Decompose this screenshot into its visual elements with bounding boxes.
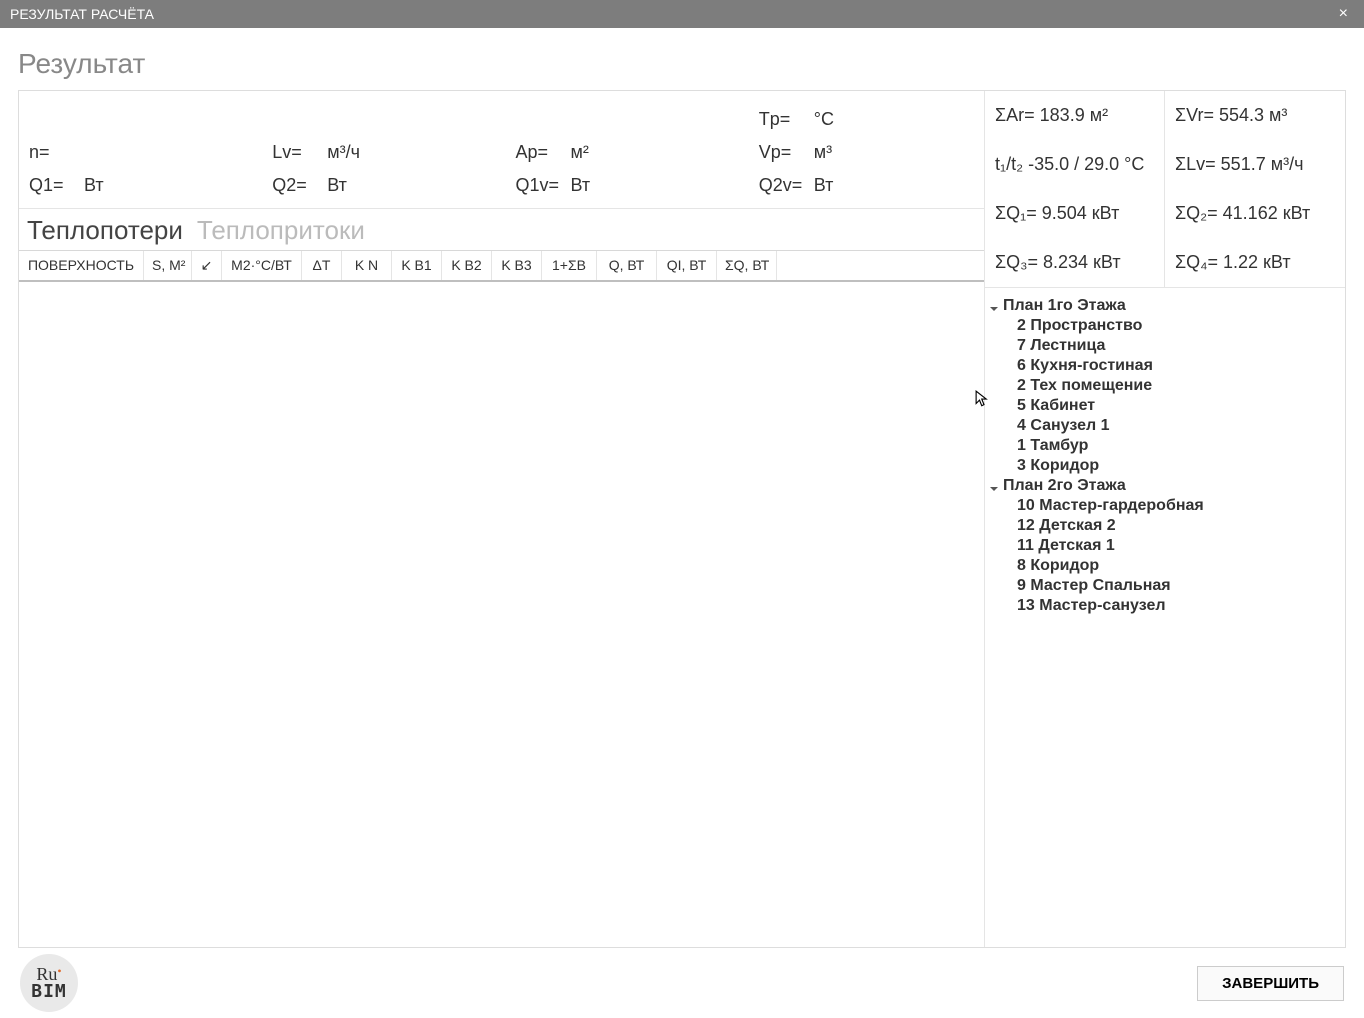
chevron-down-icon <box>989 301 999 311</box>
sum-SQ4: ΣQ₄= 1.22 кВт <box>1165 238 1345 287</box>
param-Lv: Lv= м³/ч <box>262 142 497 163</box>
tree-item-0-4[interactable]: 5 Кабинет <box>989 396 1341 416</box>
tree-item-0-6[interactable]: 1 Тамбур <box>989 436 1341 456</box>
params-grid: n= Lv= м³/ч Ap= м² Tp= °C Vp= м³ <box>19 91 984 209</box>
table-col-11[interactable]: QI, ВТ <box>657 251 717 280</box>
titlebar: РЕЗУЛЬТАТ РАСЧЁТА × <box>0 0 1364 28</box>
tree-item-1-0[interactable]: 10 Мастер-гардеробная <box>989 496 1341 516</box>
chevron-down-icon <box>989 481 999 491</box>
table-col-8[interactable]: K B3 <box>492 251 542 280</box>
tree-item-1-2[interactable]: 11 Детская 1 <box>989 536 1341 556</box>
table-col-10[interactable]: Q, ВТ <box>597 251 657 280</box>
tab-heat-losses[interactable]: Теплопотери <box>27 215 183 246</box>
footer: Ru• BIM ЗАВЕРШИТЬ <box>0 948 1364 1018</box>
sum-SQ2: ΣQ₂= 41.162 кВт <box>1165 189 1345 238</box>
table-col-2[interactable]: ↙ <box>192 251 222 280</box>
sum-SA: ΣAr= 183.9 м² <box>985 91 1165 140</box>
table-col-3[interactable]: М2·°C/ВТ <box>222 251 302 280</box>
main-panel: n= Lv= м³/ч Ap= м² Tp= °C Vp= м³ <box>18 90 1346 948</box>
sum-t12: t₁/t₂ -35.0 / 29.0 °C <box>985 140 1165 189</box>
table-header: ПОВЕРХНОСТЬS, М²↙М2·°C/ВТΔTK NK B1K B2K … <box>19 250 984 282</box>
main-column: n= Lv= м³/ч Ap= м² Tp= °C Vp= м³ <box>19 91 985 947</box>
tree-item-1-1[interactable]: 12 Детская 2 <box>989 516 1341 536</box>
tab-heat-gains[interactable]: Теплопритоки <box>197 215 365 246</box>
param-n: n= <box>19 142 254 163</box>
rooms-tree: План 1го Этажа2 Пространство7 Лестница6 … <box>985 288 1345 624</box>
tree-group-1[interactable]: План 2го Этажа <box>989 476 1341 496</box>
tree-item-1-5[interactable]: 13 Мастер-санузел <box>989 596 1341 616</box>
tree-group-label: План 2го Этажа <box>1003 477 1126 495</box>
table-col-12[interactable]: ΣQ, ВТ <box>717 251 777 280</box>
close-icon[interactable]: × <box>1333 5 1354 23</box>
tree-item-1-3[interactable]: 8 Коридор <box>989 556 1341 576</box>
sum-SV: ΣVr= 554.3 м³ <box>1165 91 1345 140</box>
sum-SQ3: ΣQ₃= 8.234 кВт <box>985 238 1165 287</box>
param-Q1v: Q1v= Вт <box>506 175 741 196</box>
param-Q2: Q2= Вт <box>262 175 497 196</box>
param-Vp: Vp= м³ <box>749 142 984 163</box>
tree-item-0-2[interactable]: 6 Кухня-гостиная <box>989 356 1341 376</box>
table-col-9[interactable]: 1+ΣB <box>542 251 597 280</box>
tabs: Теплопотери Теплопритоки <box>19 209 984 250</box>
table-col-6[interactable]: K B1 <box>392 251 442 280</box>
sum-SL: ΣLv= 551.7 м³/ч <box>1165 140 1345 189</box>
finish-button[interactable]: ЗАВЕРШИТЬ <box>1197 966 1344 1001</box>
side-column: ΣAr= 183.9 м² ΣVr= 554.3 м³ t₁/t₂ -35.0 … <box>985 91 1345 947</box>
tree-item-0-5[interactable]: 4 Санузел 1 <box>989 416 1341 436</box>
window-title: РЕЗУЛЬТАТ РАСЧЁТА <box>10 6 154 22</box>
table-col-1[interactable]: S, М² <box>144 251 192 280</box>
tree-item-0-3[interactable]: 2 Тех помещение <box>989 376 1341 396</box>
param-Q1: Q1= Вт <box>19 175 254 196</box>
param-Ap: Ap= м² <box>506 142 741 163</box>
table-col-7[interactable]: K B2 <box>442 251 492 280</box>
content: Результат n= Lv= м³/ч Ap= м² Tp= °C <box>0 28 1364 948</box>
tree-group-0[interactable]: План 1го Этажа <box>989 296 1341 316</box>
table-col-4[interactable]: ΔT <box>302 251 342 280</box>
page-title: Результат <box>18 48 1346 80</box>
tree-item-0-7[interactable]: 3 Коридор <box>989 456 1341 476</box>
table-col-0[interactable]: ПОВЕРХНОСТЬ <box>19 251 144 280</box>
summary-grid: ΣAr= 183.9 м² ΣVr= 554.3 м³ t₁/t₂ -35.0 … <box>985 91 1345 288</box>
table-col-5[interactable]: K N <box>342 251 392 280</box>
logo-bim: BIM <box>31 983 67 1001</box>
param-Tp: Tp= °C <box>749 109 984 130</box>
logo: Ru• BIM <box>20 954 78 1012</box>
tree-item-1-4[interactable]: 9 Мастер Спальная <box>989 576 1341 596</box>
tree-item-0-0[interactable]: 2 Пространство <box>989 316 1341 336</box>
table-body <box>19 282 984 947</box>
tree-item-0-1[interactable]: 7 Лестница <box>989 336 1341 356</box>
tree-group-label: План 1го Этажа <box>1003 297 1126 315</box>
sum-SQ1: ΣQ₁= 9.504 кВт <box>985 189 1165 238</box>
param-Q2v: Q2v= Вт <box>749 175 984 196</box>
